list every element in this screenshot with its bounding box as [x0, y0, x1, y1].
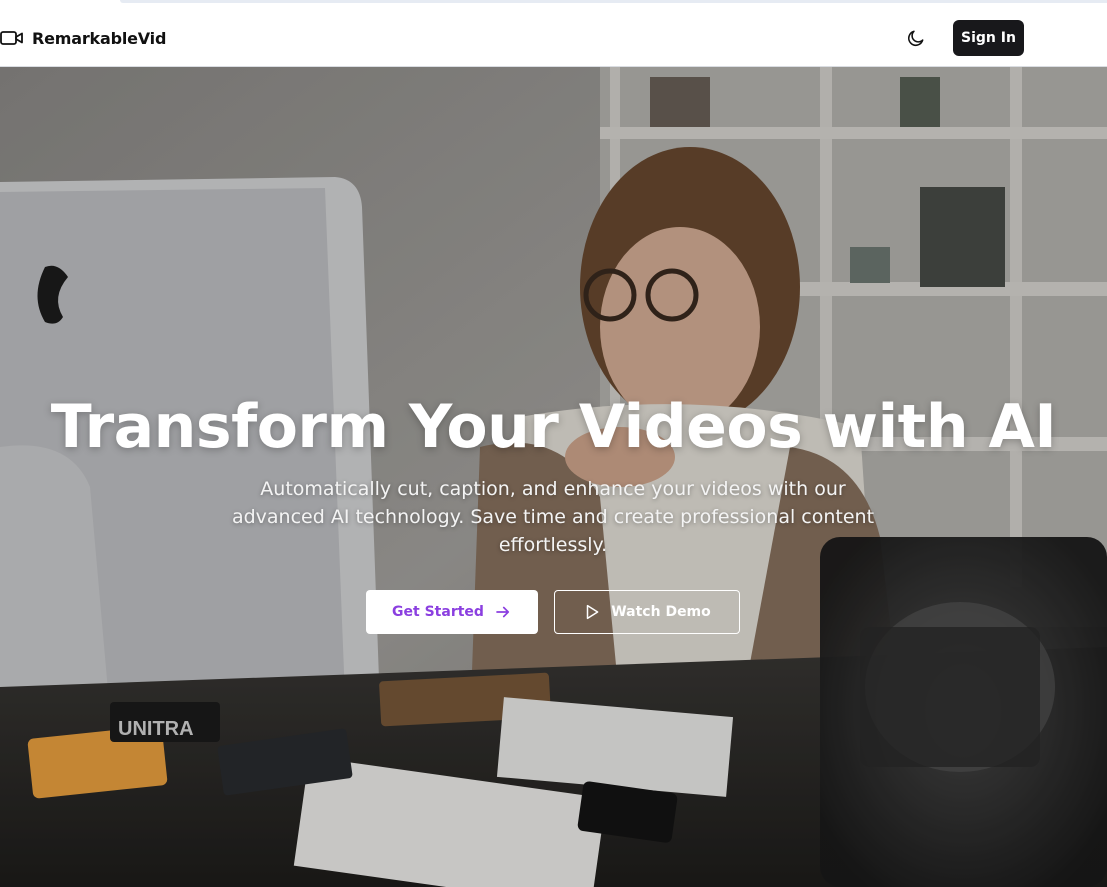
brand-name: RemarkableVid: [32, 28, 167, 48]
moon-icon: [906, 28, 926, 48]
address-bar-edge: [120, 0, 1107, 3]
brand[interactable]: RemarkableVid: [0, 24, 166, 52]
hero-headline: Transform Your Videos with AI: [50, 392, 1057, 462]
sign-in-button[interactable]: Sign In: [953, 20, 1024, 56]
theme-toggle-button[interactable]: [904, 26, 928, 50]
watch-demo-label: Watch Demo: [611, 604, 711, 620]
get-started-button[interactable]: Get Started: [366, 590, 538, 634]
hero-section: UNITRA Transform Your Videos with AI Aut…: [0, 67, 1107, 887]
browser-top-strip: [0, 0, 1107, 10]
video-camera-icon: [0, 29, 24, 47]
get-started-label: Get Started: [392, 604, 484, 620]
watch-demo-button[interactable]: Watch Demo: [554, 590, 740, 634]
arrow-right-icon: [494, 603, 512, 621]
hero-subheadline: Automatically cut, caption, and enhance …: [231, 478, 875, 556]
play-icon: [583, 603, 601, 621]
site-header: RemarkableVid Sign In: [0, 10, 1107, 67]
